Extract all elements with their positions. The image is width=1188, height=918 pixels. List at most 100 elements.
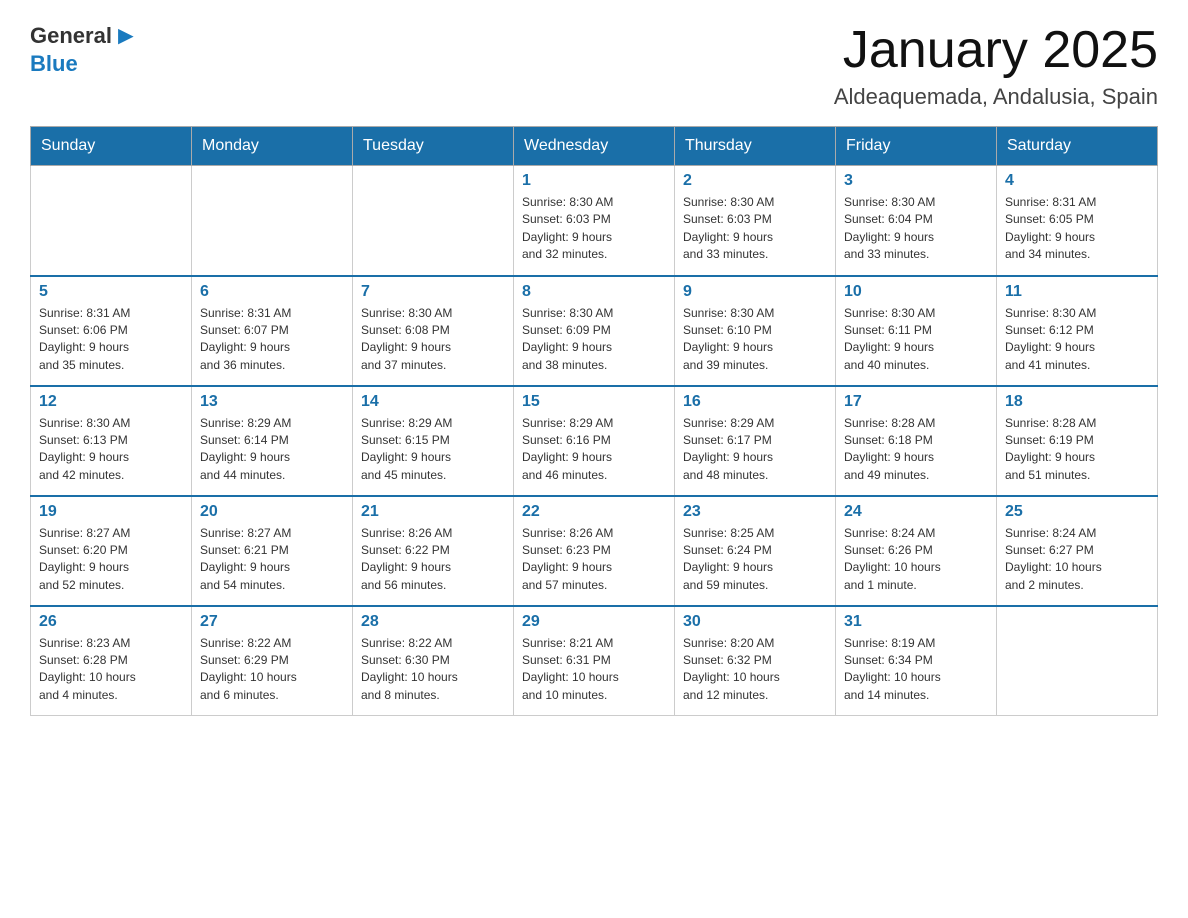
day-number: 26 [39, 613, 183, 631]
day-info: Sunrise: 8:30 AMSunset: 6:12 PMDaylight:… [1005, 305, 1149, 375]
calendar-cell: 16 Sunrise: 8:29 AMSunset: 6:17 PMDayligh… [675, 386, 836, 496]
day-info: Sunrise: 8:24 AMSunset: 6:27 PMDaylight:… [1005, 525, 1149, 595]
day-info: Sunrise: 8:19 AMSunset: 6:34 PMDaylight:… [844, 635, 988, 705]
calendar-cell: 25 Sunrise: 8:24 AMSunset: 6:27 PMDayligh… [997, 496, 1158, 606]
day-info: Sunrise: 8:29 AMSunset: 6:14 PMDaylight:… [200, 415, 344, 485]
calendar-cell: 14Sunrise: 8:29 AMSunset: 6:15 PMDayligh… [353, 386, 514, 496]
calendar-cell: 29 Sunrise: 8:21 AMSunset: 6:31 PMDayligh… [514, 606, 675, 716]
day-info: Sunrise: 8:30 AMSunset: 6:04 PMDaylight:… [844, 194, 988, 264]
day-number: 27 [200, 613, 344, 631]
day-info: Sunrise: 8:28 AMSunset: 6:19 PMDaylight:… [1005, 415, 1149, 485]
day-number: 1 [522, 172, 666, 190]
calendar-week-row-1: 1Sunrise: 8:30 AMSunset: 6:03 PMDaylight… [31, 166, 1158, 276]
day-info: Sunrise: 8:26 AMSunset: 6:22 PMDaylight:… [361, 525, 505, 595]
calendar-cell: 15 Sunrise: 8:29 AMSunset: 6:16 PMDayligh… [514, 386, 675, 496]
calendar-header-wednesday: Wednesday [514, 127, 675, 166]
calendar-cell: 23 Sunrise: 8:25 AMSunset: 6:24 PMDayligh… [675, 496, 836, 606]
day-number: 2 [683, 172, 827, 190]
day-number: 29 [522, 613, 666, 631]
calendar-cell: 9Sunrise: 8:30 AMSunset: 6:10 PMDaylight… [675, 276, 836, 386]
day-number: 8 [522, 283, 666, 301]
day-number: 6 [200, 283, 344, 301]
calendar-cell: 12 Sunrise: 8:30 AMSunset: 6:13 PMDayligh… [31, 386, 192, 496]
day-info: Sunrise: 8:30 AMSunset: 6:09 PMDaylight:… [522, 305, 666, 375]
day-number: 12 [39, 393, 183, 411]
day-number: 7 [361, 283, 505, 301]
day-number: 5 [39, 283, 183, 301]
day-info: Sunrise: 8:29 AMSunset: 6:15 PMDaylight:… [361, 415, 505, 485]
calendar-cell: 17Sunrise: 8:28 AMSunset: 6:18 PMDayligh… [836, 386, 997, 496]
day-number: 15 [522, 393, 666, 411]
calendar-header-friday: Friday [836, 127, 997, 166]
calendar-cell: 4Sunrise: 8:31 AMSunset: 6:05 PMDaylight… [997, 166, 1158, 276]
calendar-cell: 18 Sunrise: 8:28 AMSunset: 6:19 PMDayligh… [997, 386, 1158, 496]
calendar-header-sunday: Sunday [31, 127, 192, 166]
calendar-cell: 30Sunrise: 8:20 AMSunset: 6:32 PMDayligh… [675, 606, 836, 716]
calendar-cell: 10 Sunrise: 8:30 AMSunset: 6:11 PMDayligh… [836, 276, 997, 386]
day-info: Sunrise: 8:23 AMSunset: 6:28 PMDaylight:… [39, 635, 183, 705]
calendar-week-row-2: 5 Sunrise: 8:31 AMSunset: 6:06 PMDaylight… [31, 276, 1158, 386]
subtitle: Aldeaquemada, Andalusia, Spain [834, 84, 1158, 110]
calendar-cell: 2Sunrise: 8:30 AMSunset: 6:03 PMDaylight… [675, 166, 836, 276]
day-number: 18 [1005, 393, 1149, 411]
day-info: Sunrise: 8:29 AMSunset: 6:16 PMDaylight:… [522, 415, 666, 485]
title-block: January 2025 Aldeaquemada, Andalusia, Sp… [834, 20, 1158, 110]
day-info: Sunrise: 8:30 AMSunset: 6:10 PMDaylight:… [683, 305, 827, 375]
calendar-cell: 27 Sunrise: 8:22 AMSunset: 6:29 PMDayligh… [192, 606, 353, 716]
logo-blue: Blue [30, 51, 78, 77]
page-header: General ► Blue January 2025 Aldeaquemada… [30, 20, 1158, 110]
logo-arrow-icon: ► [113, 20, 139, 51]
day-number: 3 [844, 172, 988, 190]
day-info: Sunrise: 8:25 AMSunset: 6:24 PMDaylight:… [683, 525, 827, 595]
day-info: Sunrise: 8:22 AMSunset: 6:29 PMDaylight:… [200, 635, 344, 705]
calendar-cell: 5 Sunrise: 8:31 AMSunset: 6:06 PMDaylight… [31, 276, 192, 386]
day-number: 11 [1005, 283, 1149, 301]
day-number: 10 [844, 283, 988, 301]
calendar-week-row-4: 19 Sunrise: 8:27 AMSunset: 6:20 PMDayligh… [31, 496, 1158, 606]
day-number: 19 [39, 503, 183, 521]
calendar-table: SundayMondayTuesdayWednesdayThursdayFrid… [30, 126, 1158, 716]
calendar-cell: 20Sunrise: 8:27 AMSunset: 6:21 PMDayligh… [192, 496, 353, 606]
day-info: Sunrise: 8:21 AMSunset: 6:31 PMDaylight:… [522, 635, 666, 705]
main-title: January 2025 [834, 20, 1158, 80]
day-info: Sunrise: 8:29 AMSunset: 6:17 PMDaylight:… [683, 415, 827, 485]
day-info: Sunrise: 8:28 AMSunset: 6:18 PMDaylight:… [844, 415, 988, 485]
logo: General ► Blue [30, 20, 140, 77]
calendar-cell [997, 606, 1158, 716]
day-info: Sunrise: 8:27 AMSunset: 6:21 PMDaylight:… [200, 525, 344, 595]
day-number: 23 [683, 503, 827, 521]
calendar-cell: 24Sunrise: 8:24 AMSunset: 6:26 PMDayligh… [836, 496, 997, 606]
calendar-cell: 11 Sunrise: 8:30 AMSunset: 6:12 PMDayligh… [997, 276, 1158, 386]
day-info: Sunrise: 8:27 AMSunset: 6:20 PMDaylight:… [39, 525, 183, 595]
day-number: 31 [844, 613, 988, 631]
day-info: Sunrise: 8:26 AMSunset: 6:23 PMDaylight:… [522, 525, 666, 595]
calendar-cell: 1Sunrise: 8:30 AMSunset: 6:03 PMDaylight… [514, 166, 675, 276]
day-info: Sunrise: 8:30 AMSunset: 6:11 PMDaylight:… [844, 305, 988, 375]
calendar-cell: 3 Sunrise: 8:30 AMSunset: 6:04 PMDaylight… [836, 166, 997, 276]
calendar-cell [31, 166, 192, 276]
day-number: 16 [683, 393, 827, 411]
calendar-week-row-5: 26 Sunrise: 8:23 AMSunset: 6:28 PMDayligh… [31, 606, 1158, 716]
day-info: Sunrise: 8:31 AMSunset: 6:07 PMDaylight:… [200, 305, 344, 375]
calendar-cell: 8 Sunrise: 8:30 AMSunset: 6:09 PMDaylight… [514, 276, 675, 386]
calendar-cell [192, 166, 353, 276]
calendar-cell: 26 Sunrise: 8:23 AMSunset: 6:28 PMDayligh… [31, 606, 192, 716]
day-info: Sunrise: 8:22 AMSunset: 6:30 PMDaylight:… [361, 635, 505, 705]
day-info: Sunrise: 8:24 AMSunset: 6:26 PMDaylight:… [844, 525, 988, 595]
calendar-cell: 7Sunrise: 8:30 AMSunset: 6:08 PMDaylight… [353, 276, 514, 386]
day-number: 25 [1005, 503, 1149, 521]
day-info: Sunrise: 8:31 AMSunset: 6:06 PMDaylight:… [39, 305, 183, 375]
day-info: Sunrise: 8:20 AMSunset: 6:32 PMDaylight:… [683, 635, 827, 705]
logo-general: General [30, 23, 112, 49]
day-number: 21 [361, 503, 505, 521]
day-number: 22 [522, 503, 666, 521]
calendar-header-row: SundayMondayTuesdayWednesdayThursdayFrid… [31, 127, 1158, 166]
calendar-header-saturday: Saturday [997, 127, 1158, 166]
day-number: 13 [200, 393, 344, 411]
calendar-cell: 13 Sunrise: 8:29 AMSunset: 6:14 PMDayligh… [192, 386, 353, 496]
calendar-header-thursday: Thursday [675, 127, 836, 166]
day-info: Sunrise: 8:30 AMSunset: 6:13 PMDaylight:… [39, 415, 183, 485]
day-number: 28 [361, 613, 505, 631]
calendar-week-row-3: 12 Sunrise: 8:30 AMSunset: 6:13 PMDayligh… [31, 386, 1158, 496]
calendar-cell [353, 166, 514, 276]
